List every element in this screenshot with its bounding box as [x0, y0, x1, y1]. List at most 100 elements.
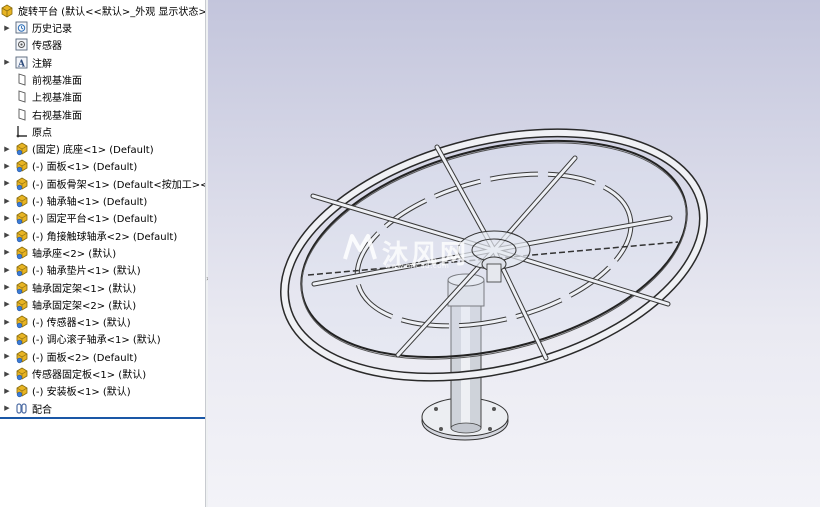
part-icon: [14, 280, 29, 295]
tree-item[interactable]: ▶ (固定) 底座<1> (Default): [0, 140, 205, 157]
tree-item[interactable]: ▶ (-) 固定平台<1> (Default): [0, 209, 205, 226]
tree-item-label: 配合: [32, 404, 52, 416]
tree-item-label: (-) 传感器<1> (默认): [32, 318, 131, 330]
expand-arrow-icon[interactable]: ▶: [0, 318, 14, 326]
tree-item[interactable]: ▶ (-) 轴承轴<1> (Default): [0, 192, 205, 209]
part-icon: [14, 297, 29, 312]
sensor-icon: [14, 37, 29, 52]
watermark-url: www.mfcad.com: [385, 262, 450, 270]
expand-arrow-icon[interactable]: ▶: [0, 58, 14, 66]
tree-item-label: (-) 角接触球轴承<2> (Default): [32, 231, 178, 243]
expand-arrow-icon[interactable]: ▶: [0, 352, 14, 360]
tree-item-label: (-) 面板<1> (Default): [32, 162, 138, 174]
tree-item[interactable]: ▶ 右视基准面: [0, 106, 205, 123]
tree-item-label: (-) 轴承垫片<1> (默认): [32, 266, 141, 278]
part-icon: [14, 366, 29, 381]
part-icon: [14, 245, 29, 260]
part-icon: [14, 158, 29, 173]
expand-arrow-icon[interactable]: ▶: [0, 335, 14, 343]
part-icon: [14, 176, 29, 191]
expand-arrow-icon[interactable]: ▶: [0, 283, 14, 291]
expand-arrow-icon[interactable]: ▶: [0, 231, 14, 239]
origin-icon: [14, 124, 29, 139]
tree-item-label: (-) 面板<2> (Default): [32, 352, 138, 364]
tree-item[interactable]: ▶ 历史记录: [0, 19, 205, 36]
tree-item[interactable]: ▶ 轴承固定架<1> (默认): [0, 279, 205, 296]
history-icon: [14, 20, 29, 35]
expand-arrow-icon[interactable]: ▶: [0, 145, 14, 153]
expand-arrow-icon[interactable]: ▶: [0, 266, 14, 274]
tree-item[interactable]: ▶ 传感器固定板<1> (默认): [0, 365, 205, 382]
expand-arrow-icon[interactable]: ▶: [0, 24, 14, 32]
tree-item-label: 原点: [32, 127, 52, 139]
tree-rollback-bar[interactable]: [0, 417, 205, 419]
tree-root-assembly[interactable]: 旋转平台 (默认<<默认>_外观 显示状态>): [0, 2, 205, 19]
assembly-icon: [0, 3, 15, 18]
annotation-icon: A: [14, 55, 29, 70]
tree-item-label: 传感器: [32, 41, 62, 53]
tree-item[interactable]: ▶ 轴承座<2> (默认): [0, 244, 205, 261]
graphics-viewport[interactable]: 沐风网 www.mfcad.com: [208, 0, 820, 507]
expand-arrow-icon: ▶: [0, 41, 14, 49]
expand-arrow-icon[interactable]: ▶: [0, 300, 14, 308]
expand-arrow-icon: ▶: [0, 127, 14, 135]
tree-item-label: (固定) 底座<1> (Default): [32, 145, 154, 157]
tree-item-label: 轴承固定架<1> (默认): [32, 283, 137, 295]
tree-item-label: 轴承固定架<2> (默认): [32, 300, 137, 312]
tree-item-label: 前视基准面: [32, 75, 82, 87]
tree-item[interactable]: ▶ 轴承固定架<2> (默认): [0, 296, 205, 313]
expand-arrow-icon[interactable]: ▶: [0, 370, 14, 378]
expand-arrow-icon[interactable]: ▶: [0, 214, 14, 222]
turntable-model: [280, 128, 708, 441]
plane-icon: [14, 89, 29, 104]
tree-item[interactable]: ▶ (-) 调心滚子轴承<1> (默认): [0, 330, 205, 347]
tree-item[interactable]: ▶ (-) 面板<1> (Default): [0, 157, 205, 174]
tree-item[interactable]: ▶ (-) 面板骨架<1> (Default<按加工><<D: [0, 175, 205, 192]
tree-root-label: 旋转平台 (默认<<默认>_外观 显示状态>): [18, 7, 205, 18]
tree-item-label: 传感器固定板<1> (默认): [32, 370, 147, 381]
feature-manager-tree: 旋转平台 (默认<<默认>_外观 显示状态>) ▶历史记录▶传感器▶A注解▶前视…: [0, 0, 205, 507]
expand-arrow-icon[interactable]: ▶: [0, 162, 14, 170]
tree-item[interactable]: ▶ 配合: [0, 400, 205, 417]
tree-item[interactable]: ▶ (-) 安装板<1> (默认): [0, 382, 205, 399]
tree-item-label: (-) 轴承轴<1> (Default): [32, 197, 148, 208]
plane-icon: [14, 107, 29, 122]
part-icon: [14, 141, 29, 156]
tree-item-label: 右视基准面: [32, 110, 82, 122]
watermark-logo-icon: [342, 234, 378, 267]
svg-text:A: A: [17, 59, 26, 69]
expand-arrow-icon[interactable]: ▶: [0, 179, 14, 187]
part-icon: [14, 193, 29, 208]
tree-item-label: 历史记录: [32, 24, 72, 35]
tree-item[interactable]: ▶ 上视基准面: [0, 88, 205, 105]
expand-arrow-icon: ▶: [0, 75, 14, 83]
part-icon: [14, 210, 29, 225]
tree-item[interactable]: ▶ 前视基准面: [0, 71, 205, 88]
tree-item-label: 轴承座<2> (默认): [32, 248, 117, 260]
expand-arrow-icon[interactable]: ▶: [0, 248, 14, 256]
tree-item-label: (-) 安装板<1> (默认): [32, 387, 131, 399]
tree-item[interactable]: ▶ (-) 轴承垫片<1> (默认): [0, 261, 205, 278]
tree-item-label: 注解: [32, 58, 52, 70]
tree-item[interactable]: ▶ 传感器: [0, 36, 205, 53]
tree-item[interactable]: ▶ (-) 角接触球轴承<2> (Default): [0, 227, 205, 244]
tree-item[interactable]: ▶ (-) 面板<2> (Default): [0, 348, 205, 365]
tree-item-label: (-) 固定平台<1> (Default): [32, 214, 158, 226]
watermark: 沐风网 www.mfcad.com: [342, 232, 469, 272]
plane-icon: [14, 72, 29, 87]
expand-arrow-icon: ▶: [0, 93, 14, 101]
tree-item-label: 上视基准面: [32, 93, 82, 105]
part-icon: [14, 262, 29, 277]
tree-item[interactable]: ▶ 原点: [0, 123, 205, 140]
part-icon: [14, 314, 29, 329]
tree-item[interactable]: ▶ A 注解: [0, 54, 205, 71]
expand-arrow-icon[interactable]: ▶: [0, 404, 14, 412]
tree-item-label: (-) 面板骨架<1> (Default<按加工><<D: [32, 179, 205, 191]
tree-item[interactable]: ▶ (-) 传感器<1> (默认): [0, 313, 205, 330]
expand-arrow-icon[interactable]: ▶: [0, 387, 14, 395]
part-icon: [14, 349, 29, 364]
tree-item-label: (-) 调心滚子轴承<1> (默认): [32, 335, 161, 347]
part-icon: [14, 383, 29, 398]
expand-arrow-icon[interactable]: ▶: [0, 197, 14, 205]
expand-arrow-icon: ▶: [0, 110, 14, 118]
